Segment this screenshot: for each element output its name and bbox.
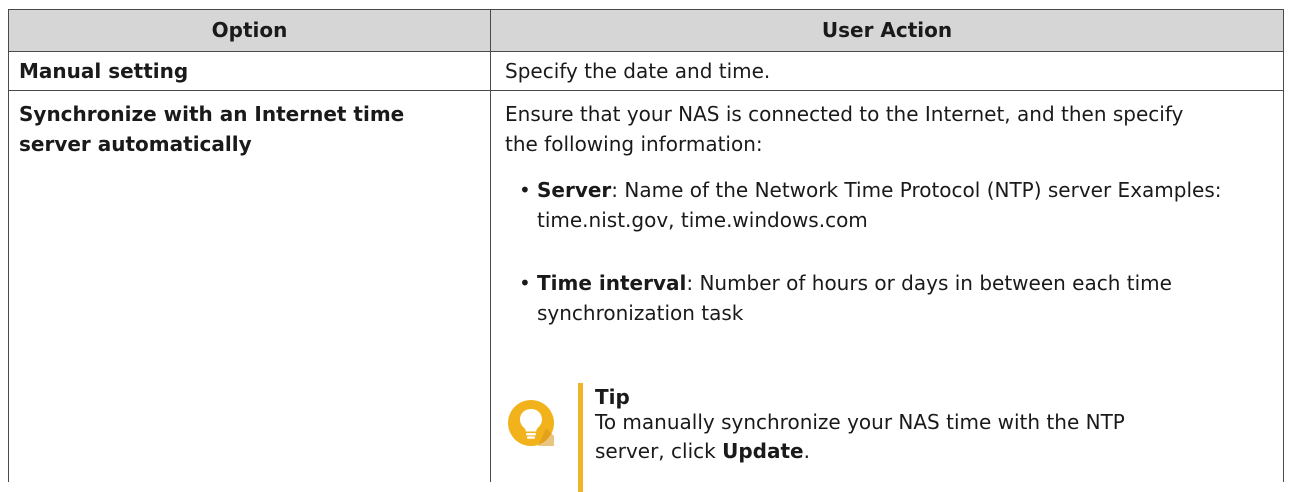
tip-text-before: To manually synchronize your NAS time wi… (595, 410, 1125, 463)
table-row: Manual setting Specify the date and time… (9, 52, 1283, 91)
action-sync-intro: Ensure that your NAS is connected to the… (505, 102, 1184, 156)
bullet-text-server: : Name of the Network Time Protocol (NTP… (537, 178, 1222, 232)
list-item: • Server: Name of the Network Time Proto… (519, 175, 1259, 239)
header-user-action: User Action (821, 18, 953, 42)
list-item: • Time interval: Number of hours or days… (519, 268, 1259, 332)
action-manual-setting: Specify the date and time. (505, 59, 771, 83)
option-sync-internet: Synchronize with an Internet time server… (19, 102, 405, 156)
tip-update-label: Update (722, 439, 804, 463)
bullet-term-time-interval: Time interval (537, 271, 687, 295)
tip-accent-bar (578, 383, 583, 492)
header-option: Option (211, 18, 288, 42)
tip-text: To manually synchronize your NAS time wi… (595, 408, 1195, 466)
bullet-dot: • (519, 178, 531, 202)
option-manual-setting: Manual setting (19, 59, 189, 83)
bullet-dot: • (519, 271, 531, 295)
table-header: Option User Action (9, 10, 1283, 52)
bullet-term-server: Server (537, 178, 612, 202)
settings-table: Option User Action Manual setting Specif… (8, 9, 1284, 492)
lightbulb-icon (508, 400, 554, 446)
tip-text-after: . (803, 439, 810, 463)
